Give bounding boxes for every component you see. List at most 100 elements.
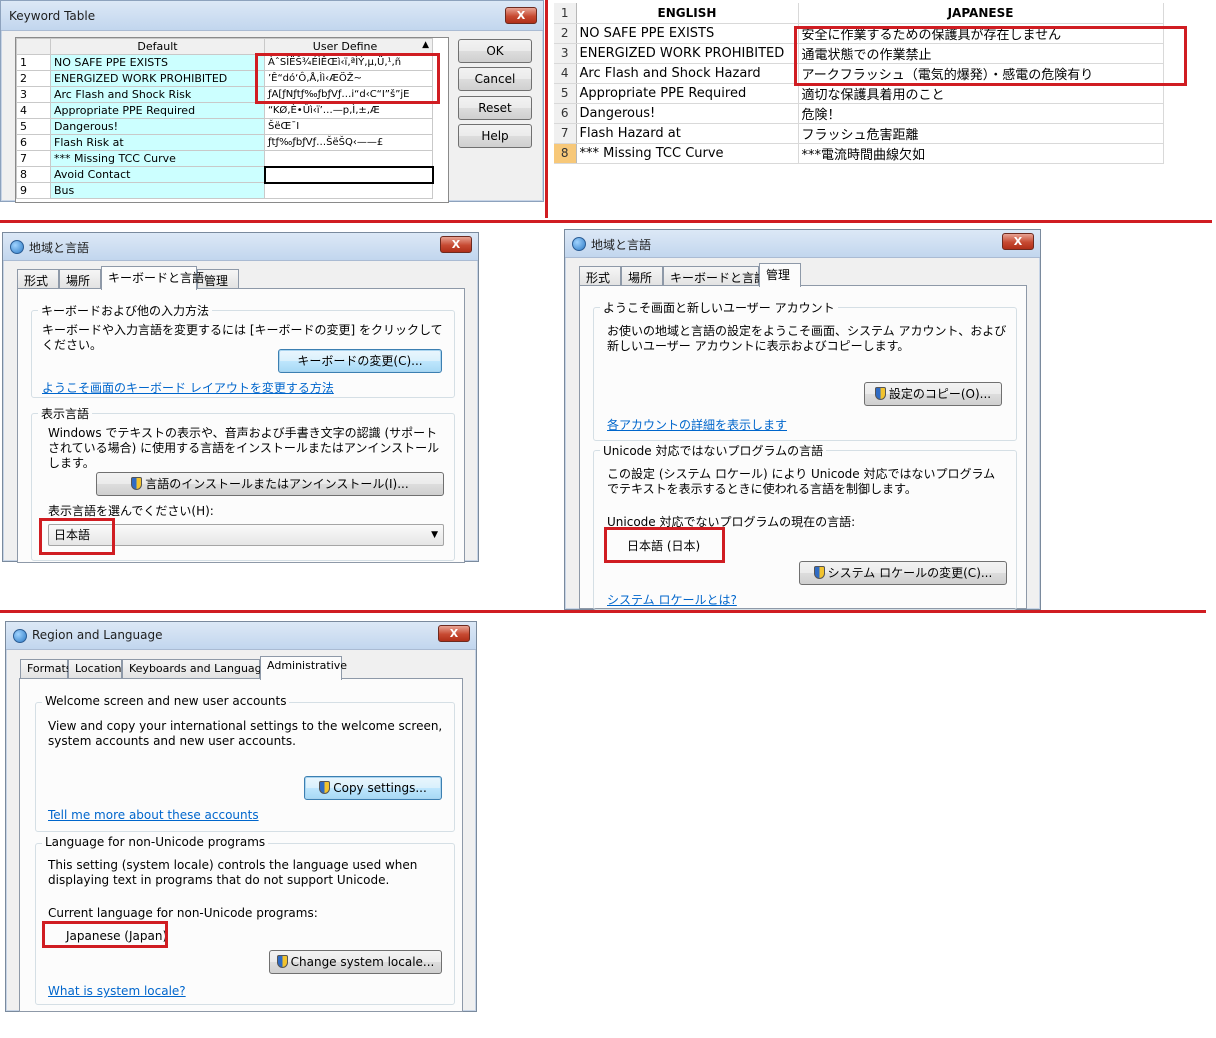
tab-administrative[interactable]: 管理 <box>759 263 801 287</box>
default-cell[interactable]: Arc Flash and Shock Risk <box>50 86 265 103</box>
jp-region-keyboard-window: 地域と言語 X 形式 場所 キーボードと言語 管理 キーボードおよび他の入力方法… <box>2 232 479 563</box>
install-languages-button[interactable]: 言語のインストールまたはアンインストール(I)... <box>96 472 444 496</box>
japanese-header[interactable]: JAPANESE <box>798 3 1164 24</box>
change-system-locale-button[interactable]: Change system locale... <box>269 950 442 974</box>
row-header[interactable]: 3 <box>554 43 577 64</box>
row-header-selected[interactable]: 8 <box>554 143 577 164</box>
user-cell[interactable] <box>264 150 433 167</box>
reset-button[interactable]: Reset <box>458 96 532 120</box>
group-title: 表示言語 <box>38 405 93 422</box>
japanese-cell[interactable]: ***電流時間曲線欠如 <box>798 143 1164 164</box>
user-cell[interactable]: “KØ‚È•Ûì‹ï’…—p‚Ì‚±‚Æ <box>264 102 433 119</box>
tab-keyboards-languages[interactable]: キーボードと言語 <box>101 266 204 290</box>
user-cell-active[interactable] <box>263 165 434 184</box>
row-num: 5 <box>16 118 51 135</box>
copy-settings-button[interactable]: Copy settings... <box>304 776 442 800</box>
table-row: 6 Dangerous! 危険！ <box>554 103 1164 124</box>
close-button[interactable]: X <box>505 7 537 24</box>
default-cell[interactable]: Appropriate PPE Required <box>50 102 265 119</box>
user-cell[interactable]: ƒtƒ‰ƒbƒVƒ…ŠëŠQ‹——£ <box>264 134 433 151</box>
row-header[interactable]: 4 <box>554 63 577 84</box>
input-methods-group: キーボードおよび他の入力方法 キーボードや入力言語を変更するには [キーボードの… <box>31 302 455 398</box>
english-cell[interactable]: NO SAFE PPE EXISTS <box>576 23 799 44</box>
titlebar: 地域と言語 X <box>565 230 1040 258</box>
keyword-table-titlebar: Keyword Table X <box>1 1 543 31</box>
group-title: Language for non-Unicode programs <box>42 835 269 849</box>
row-num: 1 <box>16 54 51 71</box>
tab-keyboards-languages[interactable]: Keyboards and Languages <box>122 659 274 679</box>
install-button-label: 言語のインストールまたはアンインストール(I)... <box>145 477 409 491</box>
globe-icon <box>10 240 24 254</box>
english-header[interactable]: ENGLISH <box>576 3 799 24</box>
ok-button[interactable]: OK <box>458 39 532 63</box>
system-locale-link[interactable]: システム ロケールとは? <box>607 591 737 608</box>
default-cell[interactable]: Avoid Contact <box>50 166 265 183</box>
accounts-info-link[interactable]: Tell me more about these accounts <box>48 808 259 822</box>
copy-button-label: Copy settings... <box>333 781 427 795</box>
group-description: この設定 (システム ロケール) により Unicode 対応ではないプログラム… <box>607 467 996 496</box>
accounts-info-link[interactable]: 各アカウントの詳細を表示します <box>607 416 787 433</box>
row-header[interactable]: 6 <box>554 103 577 124</box>
tab-location[interactable]: 場所 <box>59 269 101 289</box>
table-row[interactable]: 4 Appropriate PPE Required “KØ‚È•Ûì‹ï’…—p‚… <box>16 102 433 119</box>
default-cell[interactable]: Dangerous! <box>50 118 265 135</box>
english-cell[interactable]: Dangerous! <box>576 103 799 124</box>
system-locale-link[interactable]: What is system locale? <box>48 984 186 998</box>
english-cell[interactable]: Appropriate PPE Required <box>576 83 799 104</box>
user-cell[interactable] <box>264 182 433 199</box>
tab-location[interactable]: Location <box>68 659 122 679</box>
row-num: 2 <box>16 70 51 87</box>
group-description: View and copy your international setting… <box>48 719 443 748</box>
english-cell[interactable]: *** Missing TCC Curve <box>576 143 799 164</box>
close-button[interactable]: X <box>440 236 472 253</box>
table-row: 8 *** Missing TCC Curve ***電流時間曲線欠如 <box>554 143 1164 164</box>
col-default-header: Default <box>50 38 265 55</box>
japanese-cell[interactable]: 適切な保護具着用のこと <box>798 83 1164 104</box>
english-cell[interactable]: Flash Hazard at <box>576 123 799 144</box>
col-user-label: User Define <box>312 40 378 53</box>
tab-keyboards-languages[interactable]: キーボードと言語 <box>663 266 766 286</box>
row-header[interactable]: 7 <box>554 123 577 144</box>
row-header[interactable]: 5 <box>554 83 577 104</box>
english-cell[interactable]: Arc Flash and Shock Hazard <box>576 63 799 84</box>
default-cell[interactable]: Flash Risk at <box>50 134 265 151</box>
table-row[interactable]: 5 Dangerous! ŠëŒ¯I <box>16 118 433 135</box>
default-cell[interactable]: NO SAFE PPE EXISTS <box>50 54 265 71</box>
copy-settings-button[interactable]: 設定のコピー(O)... <box>864 382 1002 406</box>
table-row[interactable]: 7 *** Missing TCC Curve <box>16 150 433 167</box>
english-cell[interactable]: ENERGIZED WORK PROHIBITED <box>576 43 799 64</box>
divider-horizontal-bottom <box>0 610 1206 613</box>
tab-administrative[interactable]: Administrative <box>260 656 347 680</box>
tab-formats[interactable]: Formats <box>20 659 72 679</box>
change-locale-label: Change system locale... <box>290 955 435 969</box>
keyboard-layout-link[interactable]: ようこそ画面のキーボード レイアウトを変更する方法 <box>42 379 334 396</box>
shield-icon <box>813 566 825 579</box>
default-cell[interactable]: Bus <box>50 182 265 199</box>
change-keyboards-button[interactable]: キーボードの変更(C)... <box>278 349 442 373</box>
row-header[interactable]: 1 <box>554 3 577 24</box>
cancel-button[interactable]: Cancel <box>458 67 532 91</box>
shield-icon <box>874 387 886 400</box>
japanese-cell[interactable]: フラッシュ危害距離 <box>798 123 1164 144</box>
en-region-admin-window: Region and Language X Formats Location K… <box>5 621 477 1012</box>
default-cell[interactable]: ENERGIZED WORK PROHIBITED <box>50 70 265 87</box>
row-header[interactable]: 2 <box>554 23 577 44</box>
japanese-cell[interactable]: 危険！ <box>798 103 1164 124</box>
user-cell[interactable]: ŠëŒ¯I <box>264 118 433 135</box>
group-title: Unicode 対応ではないプログラムの言語 <box>600 442 827 459</box>
tab-formats[interactable]: 形式 <box>579 266 621 286</box>
table-row[interactable]: 9 Bus <box>16 182 433 199</box>
welcome-screen-group: Welcome screen and new user accounts Vie… <box>35 694 455 832</box>
row-num: 7 <box>16 150 51 167</box>
close-button[interactable]: X <box>1002 233 1034 250</box>
tab-formats[interactable]: 形式 <box>17 269 59 289</box>
default-cell[interactable]: *** Missing TCC Curve <box>50 150 265 167</box>
group-description: Windows でテキストの表示や、音声および手書き文字の認識 (サポートされて… <box>48 426 440 470</box>
table-row[interactable]: 8 Avoid Contact <box>16 165 434 184</box>
group-description: お使いの地域と言語の設定をようこそ画面、システム アカウント、および新しいユーザ… <box>607 324 1007 353</box>
table-row[interactable]: 6 Flash Risk at ƒtƒ‰ƒbƒVƒ…ŠëŠQ‹——£ <box>16 134 433 151</box>
change-system-locale-button[interactable]: システム ロケールの変更(C)... <box>799 561 1007 585</box>
help-button[interactable]: Help <box>458 124 532 148</box>
tab-location[interactable]: 場所 <box>621 266 663 286</box>
close-button[interactable]: X <box>438 625 470 642</box>
